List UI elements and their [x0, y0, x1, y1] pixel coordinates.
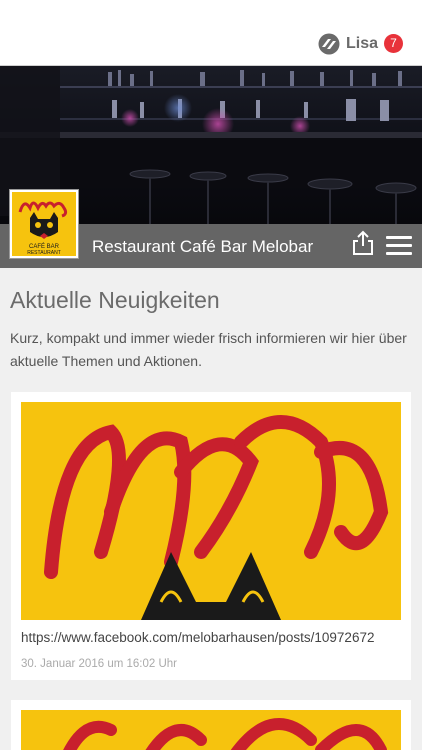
section-description: Kurz, kompakt und immer wieder frisch in…: [10, 330, 407, 369]
page-title: Restaurant Café Bar Melobar: [92, 237, 314, 256]
news-card[interactable]: [11, 700, 411, 750]
menu-line: [386, 236, 412, 239]
news-card[interactable]: https://www.facebook.com/melobarhausen/p…: [11, 392, 411, 680]
svg-text:CAFÉ BAR: CAFÉ BAR: [29, 243, 60, 250]
melo-logo-icon[interactable]: CAFÉ BAR RESTAURANT: [10, 190, 78, 258]
news-image[interactable]: [21, 402, 401, 620]
notification-badge[interactable]: 7: [384, 34, 403, 53]
user-name[interactable]: Lisa: [346, 35, 378, 53]
share-icon[interactable]: [352, 230, 374, 256]
svg-text:RESTAURANT: RESTAURANT: [27, 250, 61, 256]
section-heading: Aktuelle Neuigkeiten: [10, 287, 220, 313]
news-link[interactable]: https://www.facebook.com/melobarhausen/p…: [21, 630, 401, 645]
hamburger-menu-icon[interactable]: [386, 236, 412, 256]
brand-logo-icon: [318, 33, 340, 55]
menu-line: [386, 244, 412, 247]
news-image[interactable]: [21, 710, 401, 750]
menu-line: [386, 252, 412, 255]
top-bar: Lisa 7: [0, 0, 422, 66]
news-date: 30. Januar 2016 um 16:02 Uhr: [21, 658, 177, 670]
